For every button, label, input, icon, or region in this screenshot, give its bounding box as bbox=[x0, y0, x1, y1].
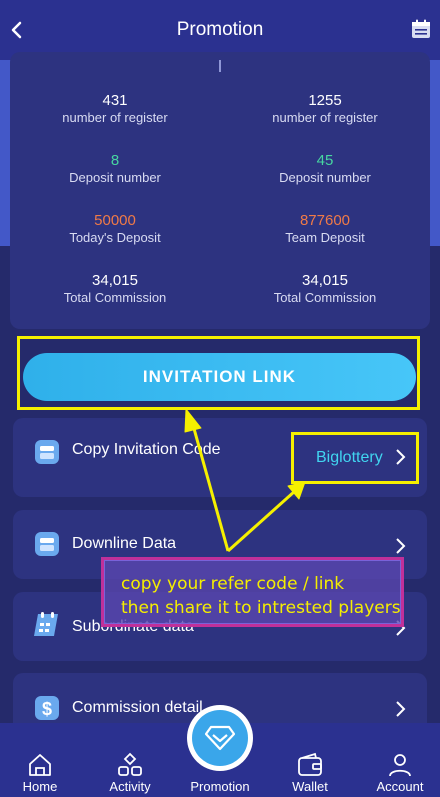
activity-icon bbox=[118, 752, 142, 776]
stat-label: Team Deposit bbox=[285, 230, 365, 245]
wallet-icon bbox=[298, 752, 322, 776]
downline-data-icon bbox=[35, 532, 59, 556]
column-divider bbox=[219, 60, 221, 72]
nav-wallet[interactable]: Wallet bbox=[266, 723, 354, 797]
stat-value: 34,015 bbox=[302, 272, 348, 289]
stat-value: 877600 bbox=[299, 212, 351, 229]
home-icon bbox=[29, 754, 51, 776]
nav-label: Activity bbox=[109, 779, 151, 794]
stat-value: 34,015 bbox=[92, 272, 138, 289]
stat-value: 50000 bbox=[94, 212, 136, 229]
stat-value: 45 bbox=[316, 152, 334, 169]
highlight-box-code bbox=[291, 432, 419, 484]
chevron-right-icon bbox=[396, 538, 406, 554]
row-label: Downline Data bbox=[72, 535, 177, 552]
copy-code-icon bbox=[35, 440, 59, 464]
nav-label: Promotion bbox=[190, 779, 250, 794]
stat-value: 431 bbox=[102, 92, 128, 109]
row-label: Copy Invitation Code bbox=[72, 441, 221, 458]
calendar-icon[interactable] bbox=[410, 18, 432, 40]
callout-line-1: copy your refer code / link bbox=[121, 574, 345, 594]
subordinate-data-icon bbox=[34, 612, 58, 636]
promotion-circle-inner bbox=[192, 710, 248, 766]
dollar-icon: $ bbox=[35, 696, 59, 720]
stat-value: 1255 bbox=[308, 92, 342, 109]
stat-label: number of register bbox=[272, 110, 378, 125]
top-bar: Promotion bbox=[0, 0, 440, 60]
nav-activity[interactable]: Activity bbox=[86, 723, 174, 797]
stat-team-deposit: 877600 Team Deposit bbox=[220, 212, 430, 246]
stats-card: 431 number of register 1255 number of re… bbox=[10, 52, 430, 329]
account-icon bbox=[389, 754, 411, 777]
stat-label: Total Commission bbox=[63, 290, 167, 305]
stat-label: Total Commission bbox=[273, 290, 377, 305]
stat-label: number of register bbox=[62, 110, 168, 125]
nav-account[interactable]: Account bbox=[356, 723, 440, 797]
highlight-box-invitation bbox=[17, 336, 420, 410]
chevron-right-icon bbox=[396, 701, 406, 717]
stat-left-deposit-number: 8 Deposit number bbox=[10, 152, 220, 186]
svg-text:$: $ bbox=[42, 699, 52, 719]
stat-value: 8 bbox=[110, 152, 120, 169]
stat-label: Today's Deposit bbox=[69, 230, 161, 245]
stat-label: Deposit number bbox=[279, 170, 371, 185]
stat-left-register: 431 number of register bbox=[10, 92, 220, 126]
stat-label: Deposit number bbox=[69, 170, 161, 185]
stat-right-deposit-number: 45 Deposit number bbox=[220, 152, 430, 186]
diamond-icon bbox=[205, 725, 235, 751]
nav-home[interactable]: Home bbox=[0, 723, 84, 797]
stat-todays-deposit: 50000 Today's Deposit bbox=[10, 212, 220, 246]
nav-label: Wallet bbox=[292, 779, 328, 794]
nav-label: Home bbox=[22, 779, 58, 794]
callout-line-2: then share it to intrested players bbox=[121, 598, 401, 618]
stat-left-total-commission: 34,015 Total Commission bbox=[10, 272, 220, 306]
nav-label: Account bbox=[376, 779, 424, 794]
stat-right-total-commission: 34,015 Total Commission bbox=[220, 272, 430, 306]
annotation-callout: copy your refer code / link then share i… bbox=[101, 557, 404, 627]
promotion-center-button[interactable] bbox=[187, 705, 253, 771]
stat-right-register: 1255 number of register bbox=[220, 92, 430, 126]
page-title: Promotion bbox=[176, 19, 264, 40]
row-label: Commission detail bbox=[72, 699, 203, 716]
